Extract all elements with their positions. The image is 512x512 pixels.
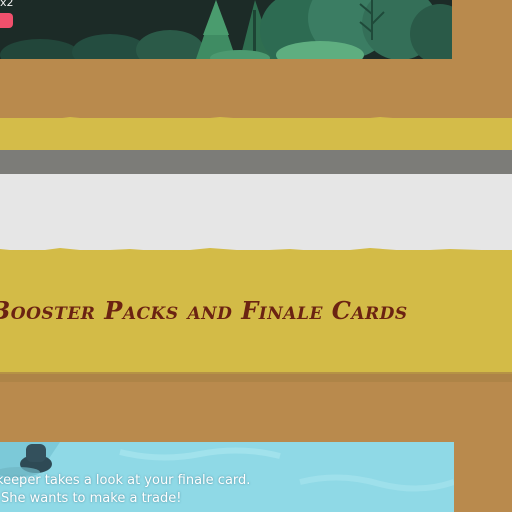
status-badge [0,13,13,28]
game-screen: x2 Booster Packs and Finale Cards keeper… [0,0,512,512]
white-tape-stripe [0,174,512,252]
banner-title: Booster Packs and Finale Cards [0,296,408,325]
banner-shadow [0,372,512,382]
dialogue-panel: keeper takes a look at your finale card.… [0,442,454,512]
grey-tape-stripe [0,150,512,176]
dialogue-text: keeper takes a look at your finale card.… [0,472,254,508]
dialogue-line-2: She wants to make a trade! [1,491,182,506]
forest-illustration [0,0,452,59]
forest-scene-panel: x2 [0,0,452,59]
level-label: x2 [0,0,14,9]
dialogue-line-1: keeper takes a look at your finale card. [0,473,251,488]
yellow-tape-stripe [0,118,512,154]
